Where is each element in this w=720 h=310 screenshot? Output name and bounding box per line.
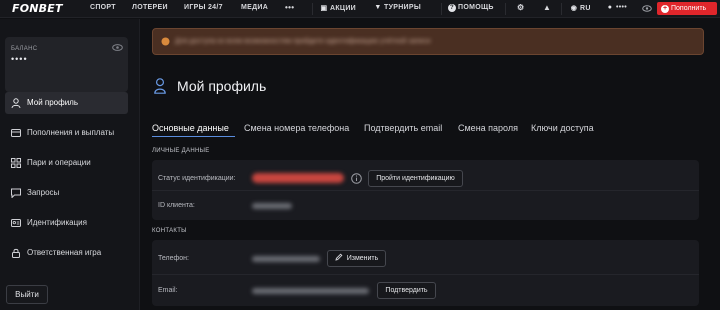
warning-banner: Для доступа ко всем возможностям пройдит… [152, 28, 704, 55]
eye-icon[interactable] [112, 44, 123, 51]
notifications-bell-icon[interactable]: ▲ [543, 3, 551, 12]
sidebar-item-label: Мой профиль [27, 98, 79, 107]
warning-icon [161, 37, 170, 46]
grid-icon [11, 158, 21, 168]
nav-help[interactable]: ? ПОМОЩЬ [448, 4, 494, 12]
sidebar-item-requests[interactable]: Запросы [5, 182, 128, 204]
help-icon: ? [448, 4, 456, 12]
trophy-icon: ▼ [374, 4, 382, 11]
page-title: Мой профиль [177, 78, 267, 94]
fonbet-logo[interactable]: FONBET [12, 2, 63, 15]
nav-promotions-label: АКЦИИ [330, 5, 357, 12]
settings-icon[interactable]: ⚙ [517, 3, 524, 12]
nav-tournaments-label: ТУРНИРЫ [384, 4, 422, 11]
nav-sport[interactable]: СПОРТ [90, 4, 116, 11]
client-id-label: ID клиента: [158, 202, 195, 209]
sidebar: БАЛАНС •••• Мой профиль Пополнения и вып… [0, 19, 140, 310]
tab-basic-data[interactable]: Основные данные [152, 123, 229, 133]
nav-lotteries[interactable]: ЛОТЕРЕИ [132, 4, 168, 11]
sidebar-item-my-profile[interactable]: Мой профиль [5, 92, 128, 114]
phone-label: Телефон: [158, 255, 189, 262]
nav-divider [441, 3, 442, 15]
tab-change-phone[interactable]: Смена номера телефона [244, 123, 349, 133]
deposit-label: Пополнить [671, 5, 707, 12]
row-divider [152, 274, 699, 275]
deposit-button[interactable]: + Пополнить [657, 2, 717, 15]
nav-divider [312, 3, 313, 15]
gift-icon: ▣ [320, 5, 328, 12]
change-button-label: Изменить [346, 255, 379, 262]
contacts-heading: КОНТАКТЫ [152, 228, 187, 234]
more-menu-icon[interactable]: ••• [285, 3, 294, 12]
warning-banner-text: Для доступа ко всем возможностям пройдит… [175, 38, 431, 45]
sidebar-item-responsible-gaming[interactable]: Ответственная игра [5, 242, 128, 264]
nav-help-label: ПОМОЩЬ [458, 4, 494, 11]
balance-label: БАЛАНС [11, 46, 38, 52]
pencil-icon [335, 253, 343, 261]
globe-icon: ◉ [570, 5, 578, 12]
sidebar-item-identification[interactable]: Идентификация [5, 212, 128, 234]
sidebar-item-label: Запросы [27, 188, 60, 197]
user-circle-icon: ● [607, 4, 613, 11]
client-id-value [252, 203, 292, 209]
language-label: RU [580, 5, 591, 12]
tab-access-keys[interactable]: Ключи доступа [531, 123, 594, 133]
tab-change-password[interactable]: Смена пароля [458, 123, 518, 133]
email-value [252, 288, 369, 294]
nav-tournaments[interactable]: ▼ ТУРНИРЫ [374, 4, 421, 11]
personal-data-card: Статус идентификации: Пройти идентификац… [152, 160, 699, 220]
id-card-icon [11, 219, 21, 227]
phone-value [252, 256, 320, 262]
eye-icon[interactable] [642, 5, 652, 12]
confirm-email-button[interactable]: Подтвердить [377, 282, 436, 299]
email-label: Email: [158, 287, 178, 294]
active-tab-indicator [152, 136, 235, 137]
user-icon [154, 78, 166, 94]
start-identification-button[interactable]: Пройти идентификацию [368, 170, 463, 187]
nav-promotions[interactable]: ▣ АКЦИИ [320, 4, 356, 12]
sidebar-item-bets[interactable]: Пари и операции [5, 152, 128, 174]
top-navigation: FONBET СПОРТ ЛОТЕРЕИ ИГРЫ 24/7 МЕДИА •••… [0, 0, 720, 18]
sidebar-item-label: Ответственная игра [27, 248, 102, 257]
logout-button[interactable]: Выйти [6, 285, 48, 304]
change-phone-button[interactable]: Изменить [327, 250, 386, 267]
info-icon[interactable] [351, 173, 362, 184]
tab-confirm-email[interactable]: Подтвердить email [364, 123, 442, 133]
contacts-card: Телефон: Изменить Email: Подтвердить [152, 240, 699, 306]
message-icon [11, 188, 21, 198]
balance-value: •••• [11, 54, 28, 64]
nav-games[interactable]: ИГРЫ 24/7 [184, 4, 223, 11]
sidebar-item-payments[interactable]: Пополнения и выплаты [5, 122, 128, 144]
user-icon [11, 98, 21, 108]
plus-icon: + [661, 5, 669, 13]
sidebar-item-label: Пополнения и выплаты [27, 128, 115, 137]
balance-card: БАЛАНС •••• [5, 37, 128, 92]
nav-media[interactable]: МЕДИА [241, 4, 268, 11]
lock-icon [12, 248, 20, 258]
row-divider [152, 190, 699, 191]
personal-data-heading: ЛИЧНЫЕ ДАННЫЕ [152, 148, 210, 154]
nav-divider [561, 3, 562, 15]
account-masked-balance: •••• [616, 4, 628, 11]
language-switcher[interactable]: ◉ RU [570, 4, 591, 12]
wallet-icon [11, 129, 21, 137]
sidebar-item-label: Пари и операции [27, 158, 91, 167]
identification-status-value [252, 173, 344, 183]
account-menu[interactable]: ● •••• [606, 4, 627, 11]
sidebar-item-label: Идентификация [27, 218, 87, 227]
nav-divider [505, 3, 506, 15]
identification-status-label: Статус идентификации: [158, 175, 236, 182]
